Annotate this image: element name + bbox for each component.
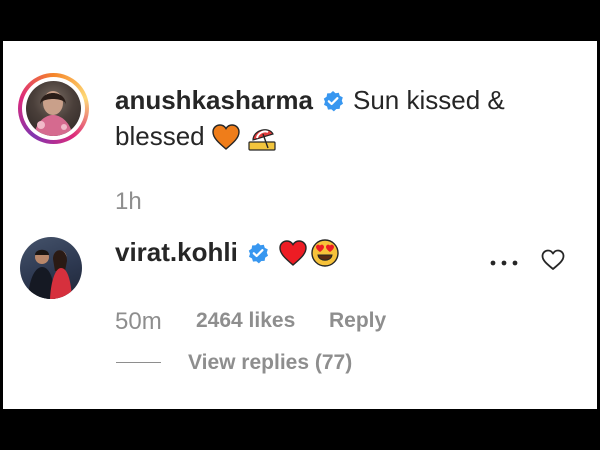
comment-1-time[interactable]: 1h (115, 188, 142, 216)
more-options-icon[interactable] (489, 254, 519, 272)
username-virat-kohli[interactable]: virat.kohli (115, 237, 238, 268)
avatar-virat-kohli[interactable] (20, 237, 82, 299)
comment-2-time[interactable]: 50m (115, 308, 162, 336)
replies-divider (116, 362, 161, 363)
comment-1-text-part-1: Sun kissed & (352, 85, 505, 115)
comment-2-line-1: virat.kohli (115, 237, 340, 268)
view-replies-button[interactable]: View replies (77) (188, 351, 352, 375)
avatar-anushkasharma (26, 81, 81, 136)
username-anushkasharma[interactable]: anushkasharma (115, 85, 313, 116)
heart-eyes-face-icon (310, 238, 340, 268)
comment-1-text-part-2: blessed (115, 121, 205, 151)
comment-2-likes[interactable]: 2464 likes (196, 309, 295, 333)
verified-badge-icon (247, 242, 269, 264)
story-ring-avatar[interactable] (18, 73, 89, 144)
red-heart-icon (278, 238, 308, 268)
comment-1-line-1: anushkasharma Sun kissed & (115, 85, 505, 116)
orange-heart-icon (211, 122, 241, 152)
reply-button[interactable]: Reply (329, 309, 386, 333)
like-heart-icon[interactable] (541, 249, 565, 276)
verified-badge-icon (322, 90, 344, 112)
umbrella-on-ground-icon (247, 122, 277, 152)
comments-panel: anushkasharma Sun kissed & blessed 1h vi… (3, 41, 597, 409)
comment-1-line-2: blessed (115, 121, 277, 152)
